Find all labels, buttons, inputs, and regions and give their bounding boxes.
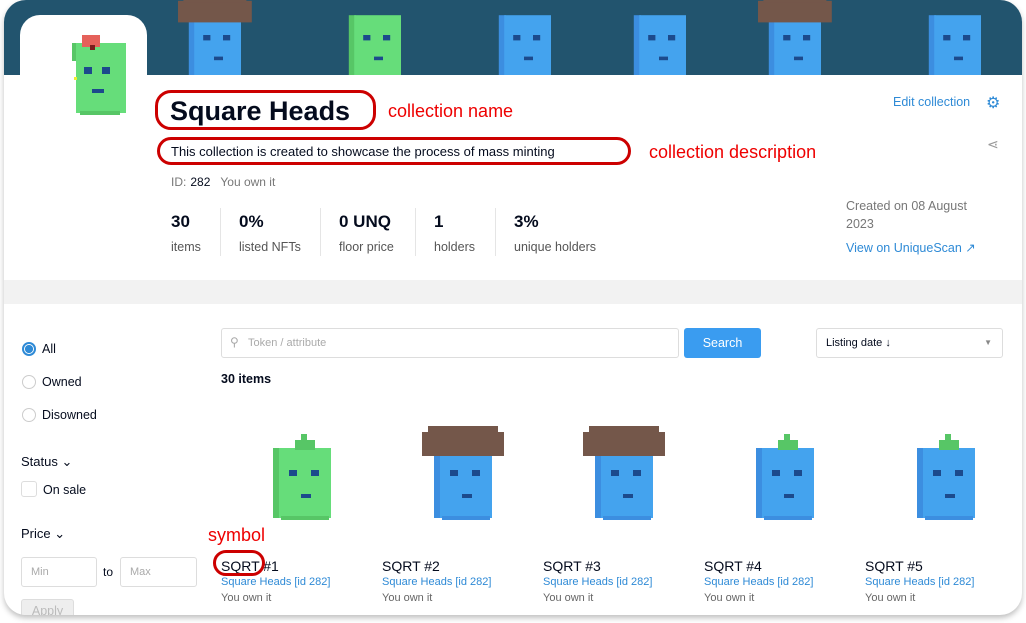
token-card[interactable]: SQRT #1 Square Heads [id 282] You own it <box>221 420 371 604</box>
radio-disowned-label[interactable]: Disowned <box>42 408 97 422</box>
radio-owned-label[interactable]: Owned <box>42 375 82 389</box>
token-image[interactable] <box>543 420 693 530</box>
collection-name: Square Heads <box>170 96 351 126</box>
search-input[interactable]: ⚲ Token / attribute <box>221 328 679 358</box>
token-name[interactable]: SQRT #4 <box>704 558 762 574</box>
token-collection-link[interactable]: Square Heads [id 282] <box>865 576 974 588</box>
radio-disowned[interactable] <box>22 408 36 422</box>
token-owner: You own it <box>704 592 755 604</box>
token-image[interactable] <box>382 420 532 530</box>
token-card[interactable]: SQRT #3 Square Heads [id 282] You own it <box>543 420 693 604</box>
share-icon[interactable]: ⋖ <box>987 136 999 153</box>
on-sale-checkbox[interactable] <box>21 481 37 497</box>
banner-head-image <box>479 0 569 75</box>
collection-avatar <box>20 15 147 135</box>
token-card[interactable]: SQRT #2 Square Heads [id 282] You own it <box>382 420 532 604</box>
banner-head-image <box>329 0 419 75</box>
search-icon: ⚲ <box>230 335 239 349</box>
collection-meta: ID: 282 You own it <box>171 175 275 189</box>
stat-unique-holders: 3% unique holders <box>514 212 597 254</box>
price-min-input[interactable]: Min <box>21 557 97 587</box>
caret-down-icon: ▼ <box>984 338 992 347</box>
created-date: Created on 08 August 2023 <box>846 199 967 231</box>
token-owner: You own it <box>382 592 433 604</box>
token-card[interactable]: SQRT #4 Square Heads [id 282] You own it <box>704 420 854 604</box>
token-card[interactable]: SQRT #5 Square Heads [id 282] You own it <box>865 420 1015 604</box>
annotation-symbol: symbol <box>208 525 266 545</box>
stat-floor-price: 0 UNQ floor price <box>339 212 394 254</box>
items-count: 30 items <box>221 372 272 386</box>
sort-value: Listing date ↓ <box>826 337 891 349</box>
edit-collection-link[interactable]: Edit collection <box>893 95 970 109</box>
token-image[interactable] <box>221 420 371 530</box>
search-placeholder: Token / attribute <box>248 337 327 349</box>
token-owner: You own it <box>865 592 916 604</box>
ownership-label: You own it <box>220 175 276 189</box>
token-collection-link[interactable]: Square Heads [id 282] <box>704 576 813 588</box>
collection-id: 282 <box>190 175 211 189</box>
status-filter-toggle[interactable]: Status ⌄ <box>21 454 72 470</box>
id-label: ID: <box>171 175 187 189</box>
annotation-symbol-outline <box>213 550 265 576</box>
token-owner: You own it <box>543 592 594 604</box>
collection-banner <box>4 0 1022 75</box>
banner-head-image <box>169 0 259 75</box>
radio-all-label[interactable]: All <box>42 342 56 356</box>
price-to-label: to <box>103 565 114 579</box>
price-filter-toggle[interactable]: Price ⌄ <box>21 526 65 542</box>
on-sale-label[interactable]: On sale <box>43 483 86 497</box>
token-name[interactable]: SQRT #3 <box>543 558 601 574</box>
token-collection-link[interactable]: Square Heads [id 282] <box>382 576 491 588</box>
banner-head-image <box>909 0 999 75</box>
banner-head-image <box>614 0 704 75</box>
token-owner: You own it <box>221 592 272 604</box>
apply-button[interactable]: Apply <box>21 599 74 615</box>
chevron-down-icon: ⌄ <box>54 526 66 541</box>
chevron-down-icon: ⌄ <box>61 454 73 469</box>
annotation-description: collection description <box>649 142 817 162</box>
token-collection-link[interactable]: Square Heads [id 282] <box>543 576 652 588</box>
avatar-image <box>72 35 126 115</box>
sort-select[interactable]: Listing date ↓ ▼ <box>816 328 1003 358</box>
stat-listed: 0% listed NFTs <box>239 212 301 254</box>
banner-head-image <box>749 0 839 75</box>
token-image[interactable] <box>865 420 1015 530</box>
collection-description: This collection is created to showcase t… <box>171 144 555 159</box>
token-name[interactable]: SQRT #5 <box>865 558 923 574</box>
radio-owned[interactable] <box>22 375 36 389</box>
radio-all[interactable] <box>22 342 36 356</box>
view-on-uniquescan-link[interactable]: View on UniqueScan ↗ <box>846 240 976 255</box>
token-image[interactable] <box>704 420 854 530</box>
search-button[interactable]: Search <box>684 328 761 358</box>
token-name[interactable]: SQRT #2 <box>382 558 440 574</box>
gear-icon[interactable]: ⚙ <box>986 93 1000 113</box>
section-divider <box>4 280 1022 304</box>
app-window: Square Heads collection name This collec… <box>4 0 1022 615</box>
token-collection-link[interactable]: Square Heads [id 282] <box>221 576 330 588</box>
stat-holders: 1 holders <box>434 212 475 254</box>
annotation-name: collection name <box>388 101 514 121</box>
stat-items: 30 items <box>171 212 201 254</box>
price-max-input[interactable]: Max <box>120 557 197 587</box>
